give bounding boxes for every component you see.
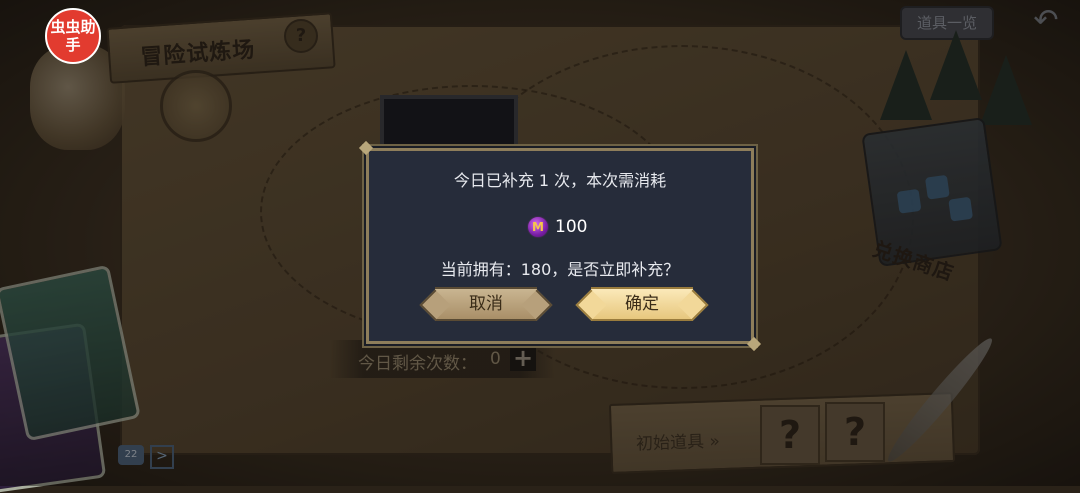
dialog-message-owned: 当前拥有：180，是否立即补充？ [440, 260, 680, 279]
app-badge[interactable]: 虫虫助手 [45, 8, 101, 64]
dialog-message-cost: 今日已补充 1 次，本次需消耗 [453, 171, 667, 190]
cost-row: M 100 [527, 216, 587, 238]
cancel-button-label: 取消 [469, 294, 503, 314]
refill-confirm-dialog: 今日已补充 1 次，本次需消耗 M 100 当前拥有：180，是否立即补充？ 取… [366, 148, 754, 344]
cost-value: 100 [555, 217, 588, 237]
confirm-button-label: 确定 [625, 294, 659, 314]
currency-gem-icon: M [527, 216, 549, 238]
cancel-button[interactable]: 取消 [435, 287, 537, 321]
confirm-button[interactable]: 确定 [591, 287, 693, 321]
